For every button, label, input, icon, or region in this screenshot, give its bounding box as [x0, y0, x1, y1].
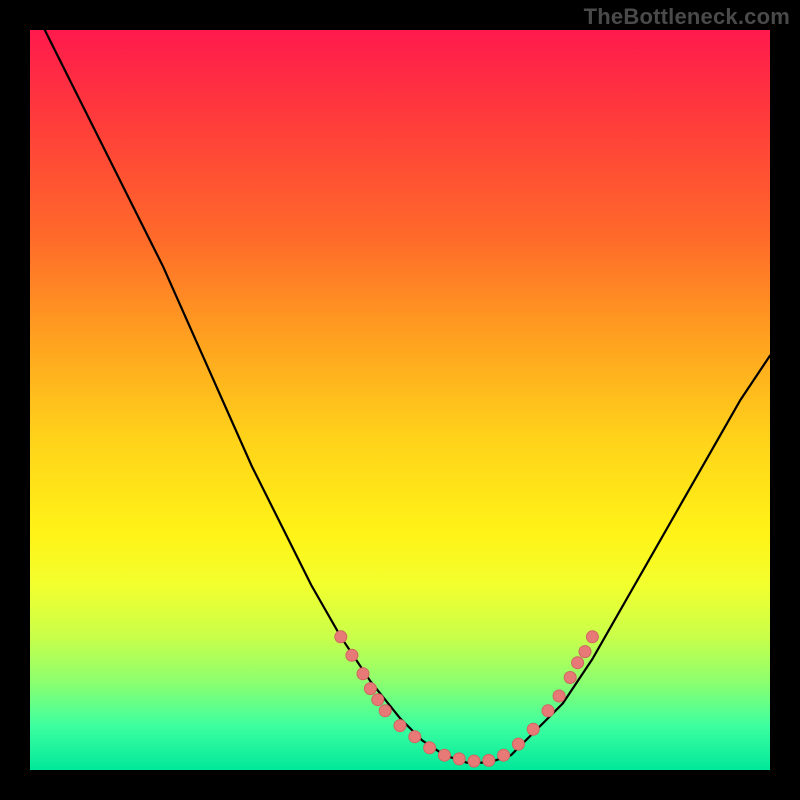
marker-dot [564, 672, 576, 684]
bottleneck-curve-path [45, 30, 770, 763]
marker-dot [498, 749, 510, 761]
marker-dot [409, 731, 421, 743]
marker-dot [553, 690, 565, 702]
marker-dot [453, 753, 465, 765]
marker-dot [527, 723, 539, 735]
curve-line-group [45, 30, 770, 763]
marker-dot [372, 694, 384, 706]
curve-svg [30, 30, 770, 770]
watermark-text: TheBottleneck.com [584, 4, 790, 30]
marker-dot [438, 749, 450, 761]
marker-dot [394, 720, 406, 732]
chart-frame: TheBottleneck.com [0, 0, 800, 800]
marker-dot [364, 683, 376, 695]
marker-dot [424, 742, 436, 754]
marker-cluster [335, 631, 599, 767]
marker-dot [586, 631, 598, 643]
marker-dot [542, 705, 554, 717]
marker-dot [468, 755, 480, 767]
marker-dot [512, 738, 524, 750]
marker-dot [483, 754, 495, 766]
marker-dot [357, 668, 369, 680]
marker-dot [579, 646, 591, 658]
plot-area [30, 30, 770, 770]
marker-dot [379, 705, 391, 717]
marker-dot [335, 631, 347, 643]
marker-dot [346, 649, 358, 661]
marker-dot [572, 657, 584, 669]
